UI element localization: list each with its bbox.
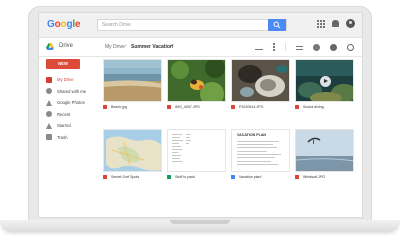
image-file-icon [167, 104, 171, 109]
google-bar: Google Search Drive [39, 13, 362, 38]
breadcrumb-separator: › [125, 43, 127, 49]
people-icon [46, 88, 52, 95]
file-card-beach[interactable]: Beach.jpg [103, 59, 162, 109]
breadcrumb-current-folder[interactable]: Summer Vacation [131, 44, 173, 50]
sheet-file-icon [167, 174, 171, 179]
folder-icon [46, 76, 52, 83]
search-icon [273, 21, 281, 29]
file-thumbnail [295, 59, 354, 102]
file-thumbnail [295, 129, 354, 172]
file-name: Scuba diving [303, 104, 324, 109]
file-card-scuba-diving[interactable]: Scuba diving [295, 59, 354, 109]
image-file-icon [231, 104, 235, 109]
search-input[interactable]: Search Drive [97, 19, 287, 31]
logo-letter: e [74, 19, 81, 30]
image-file-icon [103, 174, 107, 179]
file-thumbnail [167, 59, 226, 102]
list-view-icon[interactable] [296, 46, 303, 50]
google-logo[interactable]: Google [47, 19, 81, 30]
sidebar-item-label: Google Photos [57, 100, 85, 106]
bell-icon[interactable] [332, 20, 339, 27]
shells-photo [232, 60, 289, 101]
info-icon[interactable] [330, 43, 337, 51]
file-card-p1020514[interactable]: P1020514.JPG [231, 59, 290, 109]
file-name: Stuff to pack [175, 174, 195, 179]
sidebar-item-my-drive[interactable]: My Drive [39, 74, 99, 86]
file-card-secret-surf-spots[interactable]: Secret Surf Spots [103, 129, 162, 179]
doc-preview-heading: VACATION PLAN [237, 133, 267, 137]
file-name: Beach.jpg [111, 104, 127, 109]
search-placeholder: Search Drive [102, 22, 131, 28]
sidebar-item-recent[interactable]: Recent [39, 109, 99, 121]
clock-icon [46, 111, 52, 118]
search-button[interactable] [268, 19, 286, 31]
sidebar-item-trash[interactable]: Trash [39, 132, 99, 144]
sidebar-item-label: Recent [57, 111, 71, 117]
apps-icon[interactable] [317, 19, 325, 28]
map-image [104, 130, 161, 171]
drive-window: Google Search Drive Drive My Drive › Sum… [38, 12, 363, 218]
file-card-img-4057[interactable]: IMG_4057.JPG [167, 59, 226, 109]
file-card-windsurf[interactable]: Windsurf.JPG [295, 129, 354, 179]
file-card-stuff-to-pack[interactable]: Stuff to pack [167, 129, 226, 179]
laptop-notch [170, 220, 230, 224]
account-avatar[interactable] [346, 19, 355, 28]
file-thumbnail: VACATION PLAN [231, 129, 290, 172]
file-name: IMG_4057.JPG [175, 104, 200, 109]
play-icon[interactable] [320, 76, 331, 87]
file-name: Vacation plan! [239, 174, 262, 179]
beach-image [104, 60, 161, 101]
bird-photo [168, 60, 225, 101]
doc-file-icon [231, 174, 235, 179]
share-icon[interactable] [255, 44, 263, 50]
drive-title[interactable]: Drive [59, 43, 73, 49]
star-icon [46, 122, 52, 129]
more-options-icon[interactable] [273, 43, 275, 51]
logo-letter: G [47, 19, 55, 30]
sidebar-item-label: Starred [57, 123, 71, 129]
sidebar-item-label: Trash [57, 134, 68, 140]
sidebar-item-photos[interactable]: Google Photos [39, 97, 99, 109]
file-thumbnail [103, 129, 162, 172]
gear-icon[interactable] [347, 43, 354, 51]
breadcrumb-my-drive[interactable]: My Drive [105, 44, 125, 50]
image-file-icon [103, 104, 107, 109]
file-thumbnail [231, 59, 290, 102]
file-card-vacation-plan[interactable]: VACATION PLAN Vacation plan! [231, 129, 290, 179]
file-name: Windsurf.JPG [303, 174, 326, 179]
drive-header: Drive My Drive › Summer Vacation ▾ [39, 38, 362, 57]
sidebar-item-label: Shared with me [57, 88, 87, 94]
sidebar: My Drive Shared with me Google Photos Re… [39, 74, 99, 143]
file-thumbnail [103, 59, 162, 102]
sidebar-item-shared[interactable]: Shared with me [39, 86, 99, 98]
sidebar-item-label: My Drive [57, 77, 74, 83]
file-thumbnail [167, 129, 226, 172]
file-name: Secret Surf Spots [111, 174, 140, 179]
image-file-icon [295, 174, 299, 179]
sort-icon[interactable] [313, 43, 320, 51]
toolbar-divider [285, 43, 286, 51]
chevron-down-icon[interactable]: ▾ [171, 43, 174, 49]
photos-icon [46, 99, 52, 106]
video-file-icon [295, 104, 299, 109]
new-button[interactable]: NEW [46, 59, 80, 69]
drive-logo-icon [46, 43, 54, 50]
sidebar-item-starred[interactable]: Starred [39, 120, 99, 132]
windsurf-photo [296, 130, 353, 171]
file-name: P1020514.JPG [239, 104, 264, 109]
trash-icon [46, 134, 52, 141]
spreadsheet-preview [168, 130, 225, 171]
